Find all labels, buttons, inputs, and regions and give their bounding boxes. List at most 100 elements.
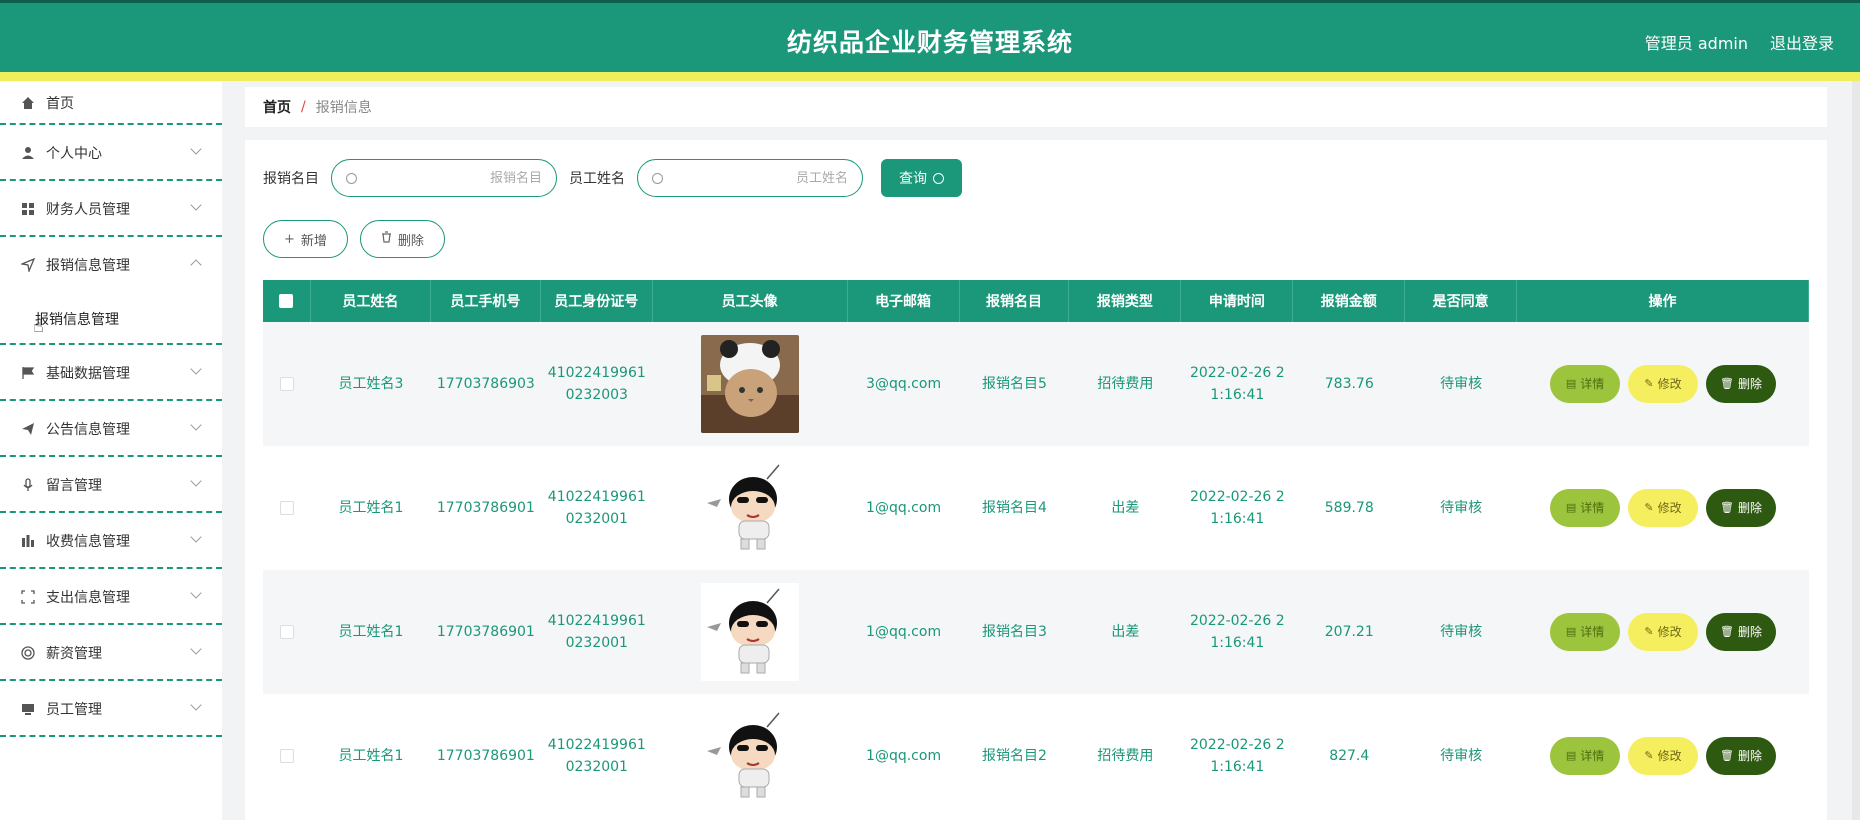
- table-body: 员工姓名3 17703786903 41022419961 0232003 3@q…: [263, 322, 1809, 818]
- sidebar-item-basic-data[interactable]: 基础数据管理: [0, 345, 222, 401]
- select-all-checkbox[interactable]: [279, 294, 294, 308]
- delete-button-label: 删除: [397, 233, 424, 249]
- edit-button[interactable]: ✎ 修改: [1628, 365, 1699, 403]
- button-label: 详情: [1580, 749, 1605, 763]
- button-label: 修改: [1657, 501, 1682, 515]
- plus-icon: +: [284, 231, 295, 247]
- edit-button[interactable]: ✎ 修改: [1628, 737, 1699, 775]
- cell-name: 员工姓名1: [338, 748, 404, 764]
- sidebar-item-label: 报销信息管理: [46, 258, 130, 274]
- table-row: 员工姓名1 17703786901 41022419961 0232001 1@q…: [263, 446, 1809, 570]
- sidebar-item-label: 个人中心: [46, 146, 102, 162]
- sidebar-item-label: 留言管理: [46, 478, 102, 494]
- row-checkbox[interactable]: [279, 625, 294, 639]
- cell-id-number: 41022419961 0232001: [541, 446, 653, 570]
- monitor-icon: [20, 701, 36, 717]
- row-checkbox[interactable]: [279, 749, 294, 763]
- sidebar-item-finance-staff[interactable]: 财务人员管理: [0, 181, 222, 237]
- row-delete-button[interactable]: 🗑 删除: [1706, 737, 1777, 775]
- row-delete-button[interactable]: 🗑 删除: [1706, 365, 1777, 403]
- cell-phone: 17703786901: [436, 748, 535, 764]
- search-label-employee: 员工姓名: [569, 171, 625, 187]
- time-text: 2022-02-26 2 1:16:41: [1189, 613, 1285, 651]
- sidebar-item-employees[interactable]: 员工管理: [0, 681, 222, 737]
- cartoon-avatar-image: [701, 459, 800, 557]
- row-delete-button[interactable]: 🗑 删除: [1706, 489, 1777, 527]
- query-button-label: 查询: [899, 171, 927, 187]
- logout-link[interactable]: 退出登录: [1770, 30, 1834, 54]
- sidebar-item-salary[interactable]: 薪资管理: [0, 625, 222, 681]
- detail-button[interactable]: ▤ 详情: [1550, 737, 1621, 775]
- top-header: 纺织品企业财务管理系统 管理员 admin 退出登录: [0, 0, 1860, 72]
- cell-type: 招待费用: [1097, 376, 1154, 392]
- microphone-icon: [20, 477, 36, 493]
- cell-email: 1@qq.com: [866, 748, 942, 764]
- button-label: 详情: [1580, 625, 1605, 639]
- chevron-down-icon: [190, 699, 202, 711]
- column-header: 电子邮箱: [848, 280, 960, 322]
- edit-button[interactable]: ✎ 修改: [1628, 613, 1699, 651]
- cell-name: 员工姓名1: [338, 500, 404, 516]
- sidebar-item-messages[interactable]: 留言管理: [0, 457, 222, 513]
- edit-button[interactable]: ✎ 修改: [1628, 489, 1699, 527]
- delete-button[interactable]: 删除: [359, 220, 445, 258]
- table-header: 员工姓名 员工手机号 员工身份证号 员工头像 电子邮箱 报销名目 报销类型 申请…: [263, 280, 1809, 322]
- cell-avatar: [653, 446, 848, 570]
- sidebar-item-label: 首页: [46, 96, 74, 112]
- document-icon: ▤: [1565, 749, 1577, 762]
- sidebar-item-profile[interactable]: 个人中心: [0, 125, 222, 181]
- cell-amount: 783.76: [1324, 376, 1374, 392]
- time-text: 2022-02-26 2 1:16:41: [1189, 737, 1285, 775]
- cell-status: 待审核: [1440, 376, 1483, 392]
- row-select-cell: [263, 446, 311, 570]
- sidebar-item-home[interactable]: 首页: [0, 81, 222, 125]
- column-header: 是否同意: [1405, 280, 1518, 322]
- time-text: 2022-02-26 2 1:16:41: [1189, 365, 1285, 403]
- id-text: 41022419961 0232001: [547, 737, 646, 775]
- detail-button[interactable]: ▤ 详情: [1550, 613, 1621, 651]
- sidebar: 首页 个人中心 财务人员管理 报销信息管理 报销信息管理 基础数据管理 公告信息…: [0, 81, 222, 820]
- query-button[interactable]: 查询: [881, 159, 962, 197]
- chevron-down-icon: [190, 363, 202, 375]
- document-icon: ▤: [1565, 377, 1577, 390]
- main-content: 报销名目 员工姓名 查询 + 新增 删除 员工姓名: [245, 140, 1827, 820]
- table-row: 员工姓名1 17703786901 41022419961 0232001 1@q…: [263, 694, 1809, 818]
- search-icon: [652, 172, 663, 184]
- sidebar-item-announcements[interactable]: 公告信息管理: [0, 401, 222, 457]
- paper-plane-icon: [20, 421, 36, 437]
- sidebar-item-expenses[interactable]: 支出信息管理: [0, 569, 222, 625]
- cell-amount: 207.21: [1324, 624, 1374, 640]
- circle-icon: [20, 645, 36, 661]
- cell-id-number: 41022419961 0232001: [541, 694, 653, 818]
- sidebar-item-reimbursement[interactable]: 报销信息管理: [0, 237, 222, 293]
- sidebar-item-label: 收费信息管理: [46, 534, 130, 550]
- employee-name-input[interactable]: [671, 170, 848, 186]
- column-header: 报销名目: [960, 280, 1070, 322]
- page-scrollbar[interactable]: [1852, 81, 1860, 820]
- detail-button[interactable]: ▤ 详情: [1550, 489, 1621, 527]
- breadcrumb-home[interactable]: 首页: [263, 97, 291, 117]
- breadcrumb-separator: /: [301, 99, 306, 115]
- detail-button[interactable]: ▤ 详情: [1550, 365, 1621, 403]
- row-checkbox[interactable]: [279, 501, 294, 515]
- reimbursement-table: 员工姓名 员工手机号 员工身份证号 员工头像 电子邮箱 报销名目 报销类型 申请…: [263, 280, 1809, 818]
- hand-cursor-icon: ☝: [33, 316, 44, 337]
- button-label: 修改: [1657, 377, 1682, 391]
- cell-operations: ▤ 详情 ✎ 修改 🗑 删除: [1517, 322, 1809, 446]
- row-delete-button[interactable]: 🗑 删除: [1706, 613, 1777, 651]
- button-label: 修改: [1657, 749, 1682, 763]
- cell-item: 报销名目5: [982, 376, 1047, 392]
- flag-icon: [20, 365, 36, 381]
- button-label: 删除: [1738, 749, 1763, 763]
- sidebar-item-label: 员工管理: [46, 702, 102, 718]
- reimbursement-item-input[interactable]: [365, 170, 542, 186]
- header-select-all[interactable]: [263, 280, 311, 322]
- cartoon-avatar-image: [701, 707, 800, 805]
- cell-email: 1@qq.com: [866, 624, 942, 640]
- id-text: 41022419961 0232001: [547, 489, 646, 527]
- row-checkbox[interactable]: [279, 377, 294, 391]
- sidebar-item-income[interactable]: 收费信息管理: [0, 513, 222, 569]
- trash-icon: 🗑: [1720, 501, 1735, 514]
- add-button[interactable]: + 新增: [263, 220, 348, 258]
- send-icon: [20, 257, 36, 273]
